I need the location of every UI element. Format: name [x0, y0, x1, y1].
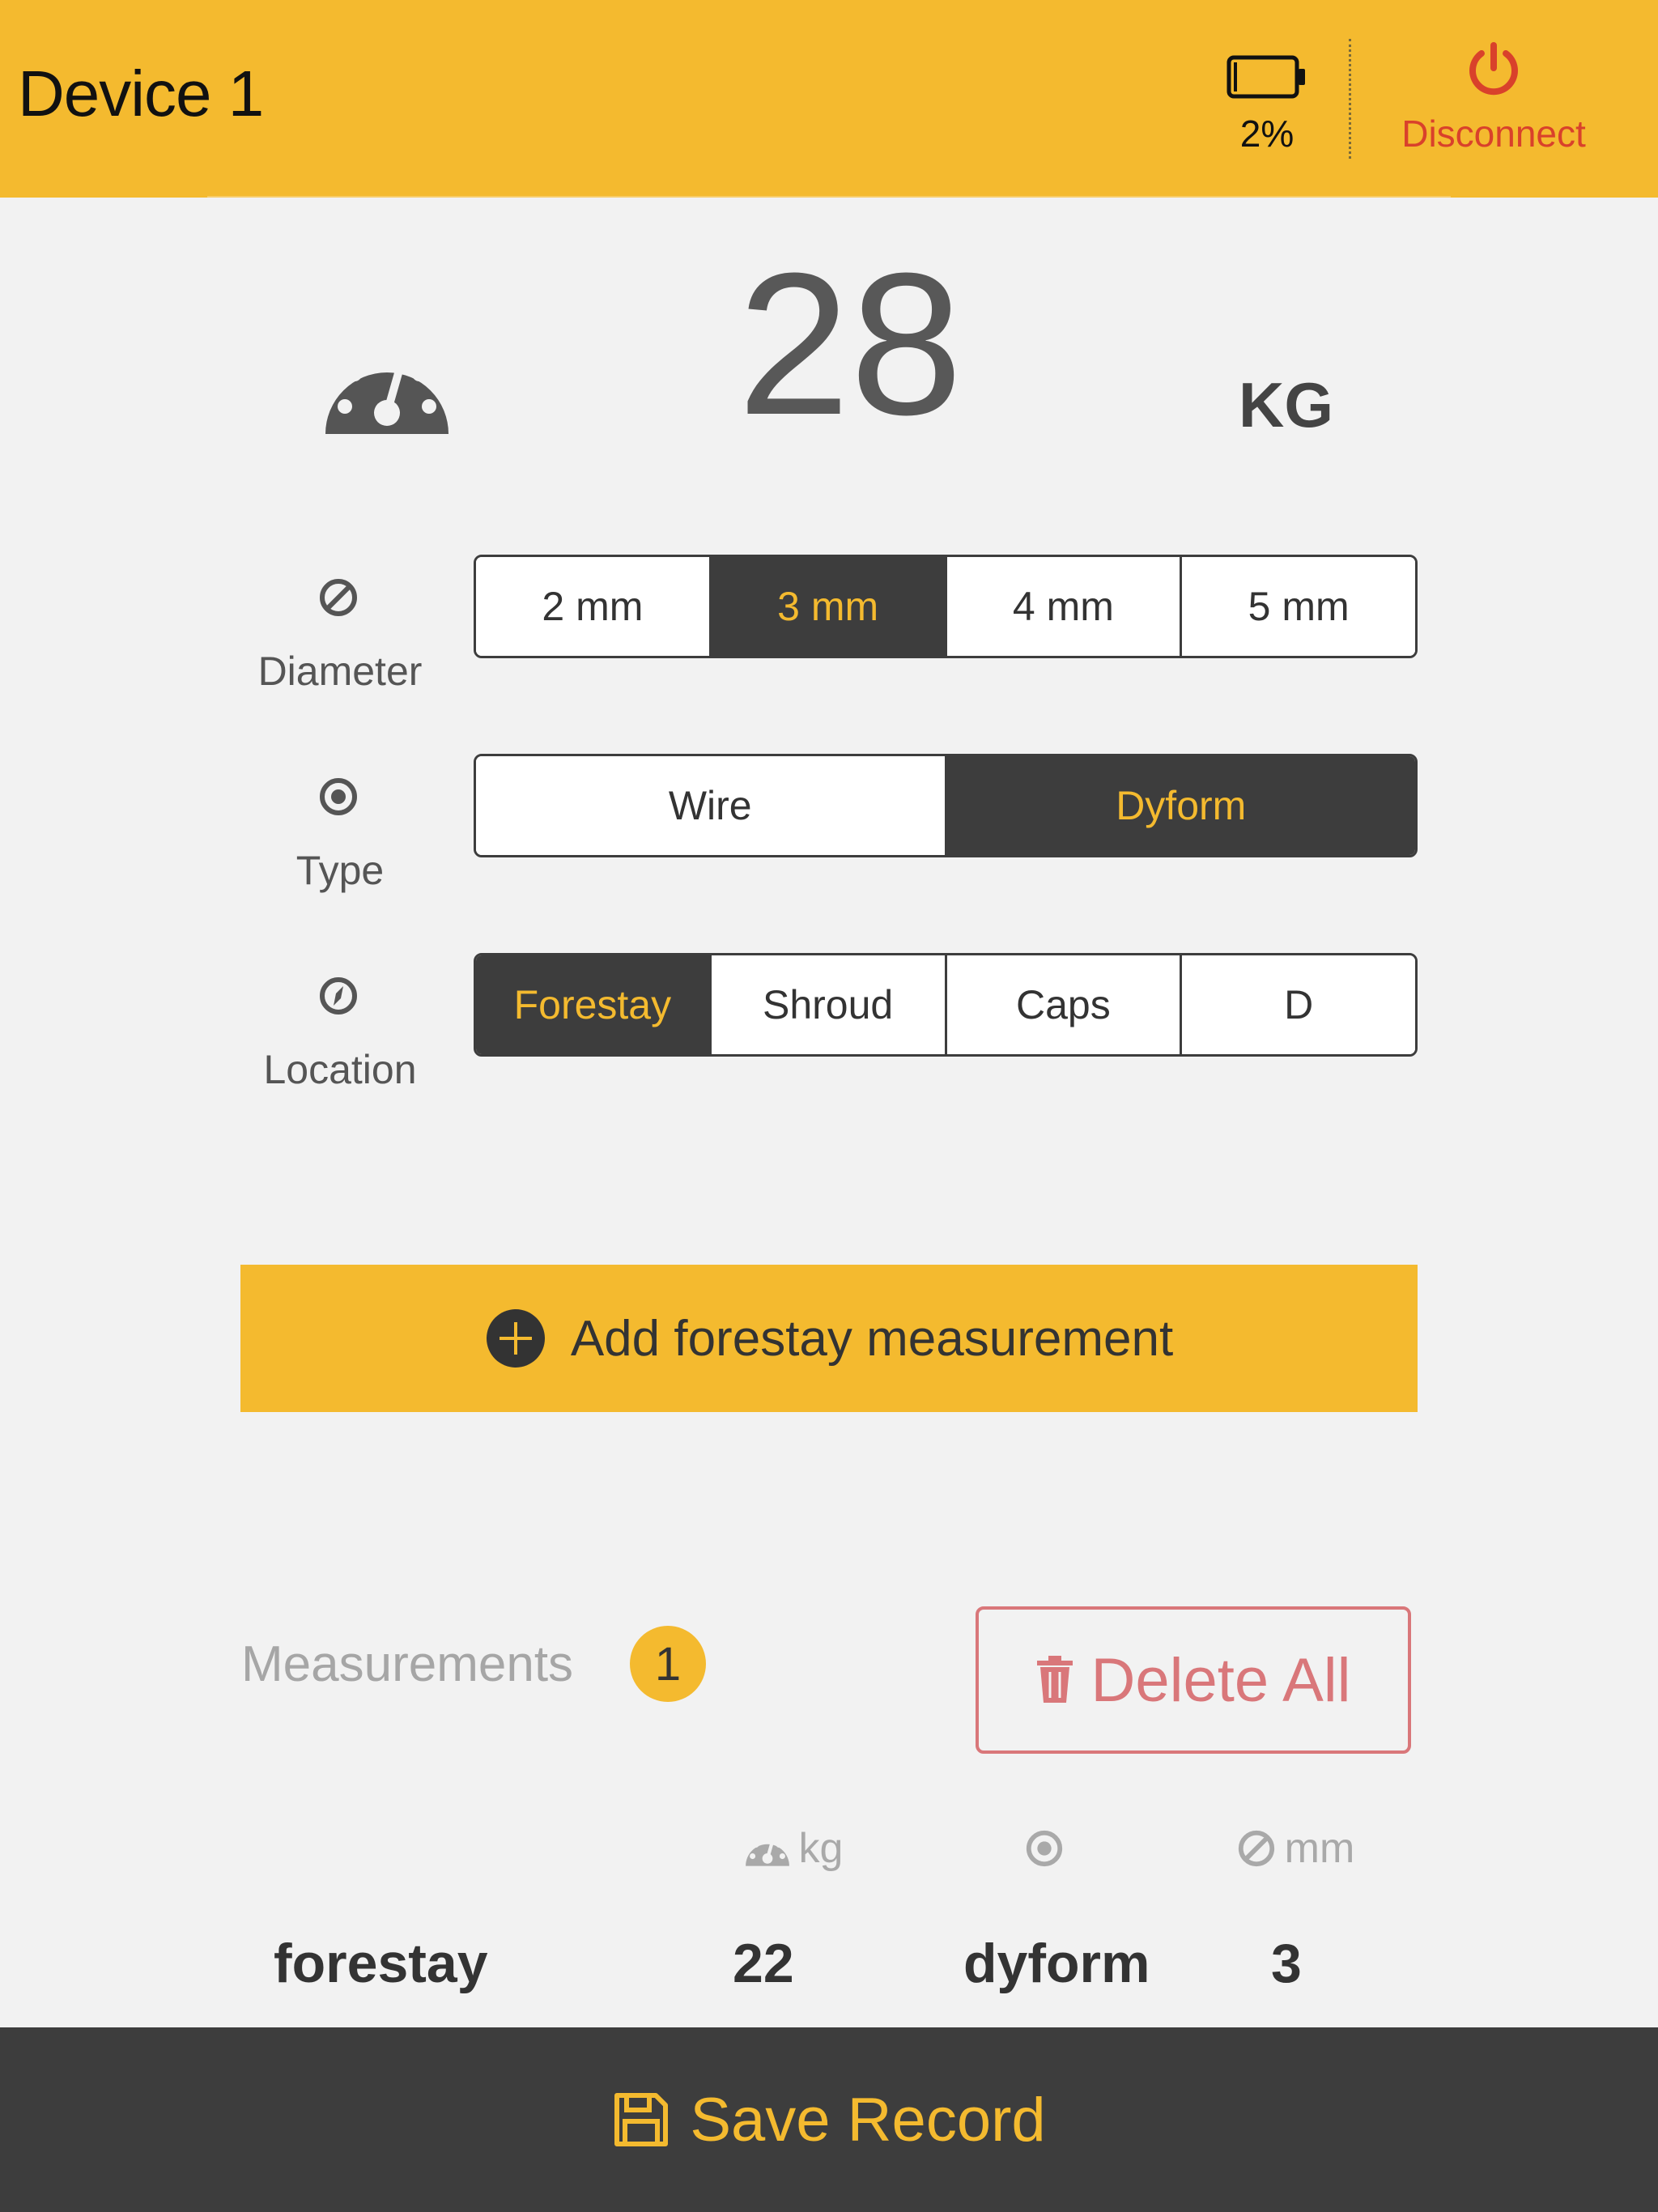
diameter-option-5mm[interactable]: 5 mm: [1182, 557, 1415, 656]
delete-all-label: Delete All: [1090, 1645, 1351, 1715]
gauge-icon: [325, 352, 449, 434]
diameter-icon: [1238, 1830, 1274, 1867]
diameter-selector: 2 mm 3 mm 4 mm 5 mm: [474, 555, 1418, 658]
type-selector: Wire Dyform: [474, 754, 1418, 857]
diameter-option-3mm[interactable]: 3 mm: [711, 557, 947, 656]
device-title: Device 1: [18, 57, 264, 130]
power-icon: [1469, 42, 1518, 96]
type-option-dyform[interactable]: Dyform: [946, 756, 1415, 855]
row-kg: 22: [733, 1933, 794, 1994]
delete-all-button[interactable]: Delete All: [976, 1606, 1411, 1754]
location-option-forestay[interactable]: Forestay: [476, 955, 712, 1054]
column-header-mm: mm: [1218, 1820, 1372, 1877]
trash-icon: [1037, 1656, 1073, 1703]
column-header-type: [1012, 1820, 1077, 1877]
location-selector: Forestay Shroud Caps D: [474, 953, 1418, 1057]
plus-circle-icon: [486, 1309, 545, 1368]
diameter-option-2mm[interactable]: 2 mm: [476, 557, 712, 656]
gauge-icon: [745, 1836, 789, 1866]
header-separator: [1349, 39, 1351, 159]
compass-icon: [320, 977, 357, 1015]
location-label: Location: [263, 1047, 417, 1092]
column-kg-label: kg: [798, 1825, 844, 1872]
diameter-label: Diameter: [257, 649, 423, 694]
disconnect-button[interactable]: Disconnect: [1376, 40, 1611, 162]
location-option-shroud[interactable]: Shroud: [711, 955, 947, 1054]
add-measurement-label: Add forestay measurement: [570, 1310, 1174, 1367]
type-label: Type: [295, 848, 385, 893]
battery-status: 2%: [1218, 47, 1316, 160]
target-icon: [1026, 1830, 1063, 1867]
diameter-option-4mm[interactable]: 4 mm: [946, 557, 1183, 656]
row-mm: 3: [1271, 1933, 1302, 1994]
measurements-title: Measurements: [241, 1636, 574, 1692]
app-screen: Device 1 2% Disconnect 28 KG Diameter 2 …: [0, 0, 1658, 2212]
disconnect-label: Disconnect: [1401, 113, 1586, 155]
battery-icon: [1226, 55, 1305, 99]
target-icon: [320, 778, 357, 815]
column-mm-label: mm: [1284, 1825, 1355, 1872]
location-option-d[interactable]: D: [1182, 955, 1415, 1054]
save-record-label: Save Record: [690, 2085, 1046, 2155]
save-record-button[interactable]: Save Record: [0, 2027, 1658, 2212]
column-header-kg: kg: [729, 1820, 858, 1877]
location-option-caps[interactable]: Caps: [946, 955, 1183, 1054]
row-location: forestay: [274, 1933, 488, 1994]
measurements-count-badge: 1: [630, 1626, 706, 1702]
type-option-wire[interactable]: Wire: [476, 756, 947, 855]
battery-percent: 2%: [1239, 113, 1295, 155]
reading-unit: KG: [1239, 369, 1333, 440]
header-bar: Device 1 2% Disconnect: [0, 0, 1658, 198]
header-divider: [207, 196, 1451, 198]
floppy-disk-icon: [614, 2093, 669, 2146]
reading-value: 28: [737, 231, 963, 457]
diameter-icon: [320, 579, 357, 616]
add-measurement-button[interactable]: Add forestay measurement: [240, 1265, 1418, 1412]
row-type: dyform: [963, 1933, 1150, 1994]
